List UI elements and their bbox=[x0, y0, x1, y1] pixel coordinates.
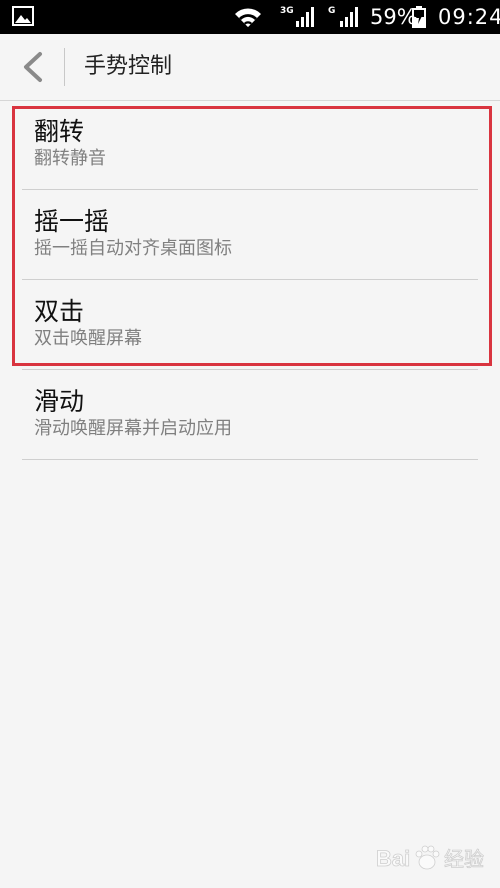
setting-subtitle: 滑动唤醒屏幕并启动应用 bbox=[34, 418, 232, 439]
setting-title: 翻转 bbox=[34, 117, 85, 146]
setting-double-tap[interactable]: 双击 双击唤醒屏幕 bbox=[0, 280, 500, 370]
svg-text:经验: 经验 bbox=[444, 847, 484, 871]
wifi-icon bbox=[235, 8, 261, 27]
setting-shake[interactable]: 摇一摇 摇一摇自动对齐桌面图标 bbox=[0, 190, 500, 280]
setting-title: 双击 bbox=[34, 297, 85, 326]
back-button[interactable] bbox=[14, 48, 52, 86]
page-title: 手势控制 bbox=[84, 54, 173, 79]
setting-subtitle: 双击唤醒屏幕 bbox=[34, 328, 142, 349]
signal-icon bbox=[340, 7, 358, 27]
network-type-g: G bbox=[328, 6, 336, 16]
action-bar: 手势控制 bbox=[0, 34, 500, 101]
setting-title: 滑动 bbox=[34, 387, 85, 416]
svg-text:Bai: Bai bbox=[376, 846, 410, 871]
network-type-3g: 3G bbox=[280, 6, 294, 16]
battery-icon bbox=[412, 6, 426, 28]
title-divider bbox=[64, 48, 65, 86]
setting-subtitle: 翻转静音 bbox=[34, 148, 106, 169]
setting-swipe[interactable]: 滑动 滑动唤醒屏幕并启动应用 bbox=[0, 370, 500, 460]
setting-flip[interactable]: 翻转 翻转静音 bbox=[0, 100, 500, 190]
divider bbox=[22, 459, 478, 460]
clock: 09:24 bbox=[438, 5, 500, 29]
settings-list: 翻转 翻转静音 摇一摇 摇一摇自动对齐桌面图标 双击 双击唤醒屏幕 滑动 滑动唤… bbox=[0, 100, 500, 460]
status-bar: 3G G 59% 09:24 bbox=[0, 0, 500, 34]
battery-percentage: 59% bbox=[370, 5, 417, 29]
chevron-left-icon bbox=[24, 52, 42, 82]
gallery-icon bbox=[12, 6, 34, 26]
setting-title: 摇一摇 bbox=[34, 207, 110, 236]
signal-icon bbox=[296, 7, 314, 27]
baidu-watermark-logo: Bai 经验 bbox=[376, 845, 484, 871]
setting-subtitle: 摇一摇自动对齐桌面图标 bbox=[34, 238, 232, 259]
